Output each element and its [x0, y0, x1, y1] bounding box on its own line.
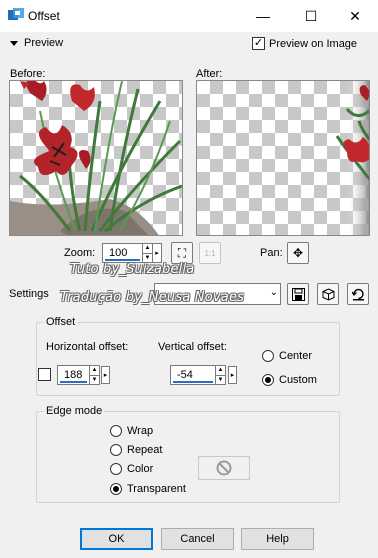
floppy-disk-icon [291, 287, 305, 301]
zoom-fit-icon: ⛶ [177, 245, 187, 260]
tulip-image-before [10, 81, 182, 235]
color-radio-button[interactable] [110, 463, 122, 475]
custom-radio-button[interactable] [262, 374, 274, 386]
offset-group-title: Offset [44, 316, 78, 328]
horizontal-offset-spinner[interactable]: ▲ ▼ [89, 366, 99, 384]
vertical-offset-label: Vertical offset: [158, 341, 227, 353]
zoom-input[interactable]: 100 ▲ ▼ ▸ [102, 243, 162, 263]
edge-mode-group-title: Edge mode [44, 405, 105, 417]
tulip-image-after [335, 81, 369, 235]
edge-mode-color-radio[interactable]: Color [110, 463, 153, 475]
repeat-radio-button[interactable] [110, 444, 122, 456]
link-offsets-checkbox[interactable] [38, 368, 51, 381]
zoom-fit-button[interactable]: ⛶ [171, 242, 193, 264]
preview-on-image-label: Preview on Image [269, 37, 358, 50]
after-preview[interactable] [196, 80, 370, 236]
horizontal-offset-input[interactable]: 188 ▲ ▼ [57, 365, 100, 385]
spin-up-icon[interactable]: ▲ [143, 244, 152, 254]
wrap-label: Wrap [127, 425, 154, 437]
before-preview[interactable] [9, 80, 183, 236]
spin-down-icon[interactable]: ▼ [90, 376, 99, 385]
spin-down-icon[interactable]: ▼ [143, 254, 152, 263]
spin-up-icon[interactable]: ▲ [216, 366, 225, 376]
horizontal-offset-label: Horizontal offset: [46, 341, 129, 353]
edge-mode-group [36, 411, 340, 503]
repeat-label: Repeat [127, 444, 163, 456]
wrap-radio-button[interactable] [110, 425, 122, 437]
center-radio[interactable]: Center [262, 350, 312, 362]
before-label: Before: [10, 68, 46, 80]
chevron-down-icon[interactable]: ⌄ [270, 287, 278, 298]
close-button[interactable]: ✕ [332, 0, 378, 32]
minimize-button[interactable]: — [240, 0, 286, 32]
watermark-line-1: Tuto by_Suizabella [70, 262, 195, 277]
actual-size-icon: 1:1 [204, 248, 216, 258]
custom-radio[interactable]: Custom [262, 374, 317, 386]
save-preset-button[interactable] [287, 283, 309, 305]
edge-color-swatch[interactable] [198, 456, 250, 480]
no-color-icon [216, 460, 232, 476]
pan-button[interactable]: ✥ [287, 242, 309, 264]
actual-size-button[interactable]: 1:1 [199, 242, 221, 264]
custom-label: Custom [279, 374, 317, 386]
maximize-button[interactable]: ☐ [288, 0, 334, 32]
center-label: Center [279, 350, 313, 362]
checkmark-icon: ✓ [252, 37, 265, 50]
preview-toggle-label: Preview [24, 37, 64, 49]
transparent-label: Transparent [127, 483, 186, 495]
spin-down-icon[interactable]: ▼ [216, 376, 225, 385]
reset-icon [351, 288, 364, 300]
center-radio-button[interactable] [262, 350, 274, 362]
zoom-value[interactable]: 100 [105, 246, 140, 261]
vertical-offset-input[interactable]: -54 ▲ ▼ [170, 365, 226, 385]
window-title: Offset [28, 9, 60, 23]
preview-toggle[interactable]: Preview [10, 37, 63, 49]
horizontal-offset-menu-arrow-icon[interactable]: ▸ [101, 366, 110, 384]
vertical-offset-menu-arrow-icon[interactable]: ▸ [228, 366, 237, 384]
help-button[interactable]: Help [241, 528, 314, 550]
reset-button[interactable] [347, 283, 369, 305]
transparent-radio-button[interactable] [110, 483, 122, 495]
cancel-button[interactable]: Cancel [161, 528, 234, 550]
collapse-triangle-icon [10, 40, 18, 46]
edge-mode-wrap-radio[interactable]: Wrap [110, 425, 153, 437]
edge-mode-transparent-radio[interactable]: Transparent [110, 483, 186, 495]
preview-on-image-checkbox[interactable]: ✓ Preview on Image [252, 37, 357, 50]
ok-button[interactable]: OK [80, 528, 153, 550]
zoom-label: Zoom: [64, 247, 96, 259]
zoom-spinner[interactable]: ▲ ▼ [142, 244, 152, 262]
vertical-offset-value[interactable]: -54 [173, 368, 213, 383]
settings-label: Settings [9, 288, 49, 300]
zoom-menu-arrow-icon[interactable]: ▸ [152, 244, 161, 262]
pan-label: Pan: [260, 247, 283, 259]
randomize-button[interactable] [317, 283, 339, 305]
spin-up-icon[interactable]: ▲ [90, 366, 99, 376]
dice-icon [322, 287, 334, 301]
horizontal-offset-value[interactable]: 188 [60, 368, 87, 383]
vertical-offset-spinner[interactable]: ▲ ▼ [215, 366, 225, 384]
edge-mode-repeat-radio[interactable]: Repeat [110, 444, 162, 456]
color-label: Color [127, 463, 154, 475]
app-icon [8, 8, 24, 20]
after-label: After: [196, 68, 223, 80]
watermark-line-2: Tradução by_Neusa Novaes [60, 290, 245, 305]
move-arrows-icon: ✥ [292, 246, 304, 260]
